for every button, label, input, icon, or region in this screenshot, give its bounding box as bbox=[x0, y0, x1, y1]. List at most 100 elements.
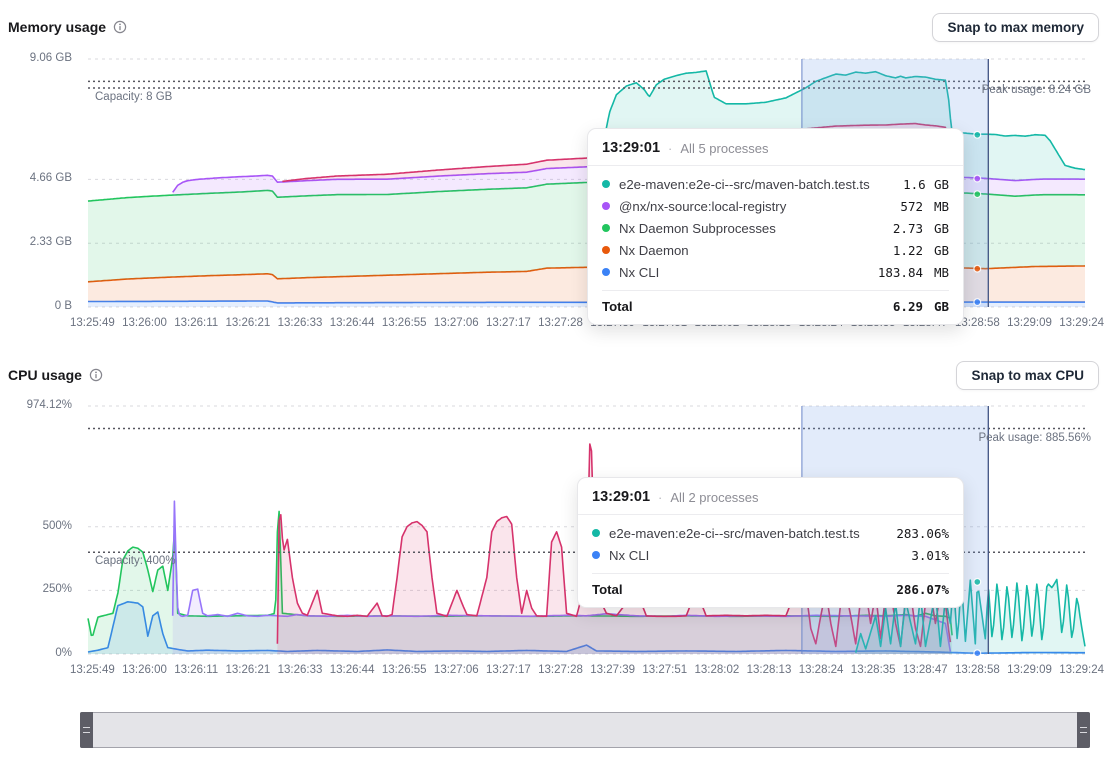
time-label: 13:25:49 bbox=[70, 317, 115, 329]
series-color-dot bbox=[592, 551, 600, 559]
range-handle-left[interactable] bbox=[80, 712, 93, 748]
time-range-scrollbar[interactable] bbox=[80, 712, 1090, 748]
snap-to-max-cpu-button[interactable]: Snap to max CPU bbox=[956, 361, 1099, 390]
time-label: 13:29:09 bbox=[1007, 664, 1052, 676]
time-label: 13:26:00 bbox=[122, 317, 167, 329]
y-tick-label: 250% bbox=[43, 583, 72, 595]
series-color-dot bbox=[602, 246, 610, 254]
cpu-header: CPU usage Snap to max CPU bbox=[8, 358, 1099, 392]
memory-tooltip-header: 13:29:01 · All 5 processes bbox=[588, 129, 963, 166]
time-label: 13:26:11 bbox=[174, 664, 218, 676]
time-label: 13:26:00 bbox=[122, 664, 167, 676]
process-unit: GB bbox=[927, 243, 949, 258]
cpu-title: CPU usage bbox=[8, 367, 82, 383]
total-label: Total bbox=[602, 299, 867, 314]
process-value: 3.01% bbox=[911, 548, 949, 563]
cpu-tooltip-header: 13:29:01 · All 2 processes bbox=[578, 478, 963, 515]
cpu-capacity-label: Capacity: 400% bbox=[95, 555, 176, 567]
dot-separator: · bbox=[658, 490, 662, 505]
process-value: 1.6 bbox=[870, 177, 926, 192]
y-tick-label: 500% bbox=[43, 520, 72, 532]
y-tick-label: 9.06 GB bbox=[30, 52, 72, 64]
time-label: 13:28:24 bbox=[799, 664, 844, 676]
process-name: @nx/nx-source:local-registry bbox=[619, 199, 867, 214]
cpu-tooltip-rows: e2e-maven:e2e-ci--src/maven-batch.test.t… bbox=[578, 515, 963, 570]
process-value: 283.06% bbox=[896, 526, 949, 541]
time-label: 13:26:44 bbox=[330, 664, 375, 676]
tooltip-time: 13:29:01 bbox=[592, 489, 650, 505]
time-label: 13:29:24 bbox=[1059, 664, 1104, 676]
dot-separator: · bbox=[668, 141, 672, 156]
cpu-peak-label: Peak usage: 885.56% bbox=[978, 432, 1091, 444]
time-label: 13:28:02 bbox=[694, 664, 739, 676]
time-label: 13:28:35 bbox=[851, 664, 896, 676]
process-unit: GB bbox=[927, 221, 949, 236]
tooltip-row: @nx/nx-source:local-registry 572 MB bbox=[602, 195, 949, 217]
memory-y-axis: 9.06 GB4.66 GB2.33 GB0 B bbox=[0, 59, 80, 307]
memory-peak-label: Peak usage: 8.24 GB bbox=[982, 84, 1091, 96]
time-label: 13:27:06 bbox=[434, 664, 479, 676]
process-name: Nx CLI bbox=[609, 548, 911, 563]
memory-tooltip-total: Total 6.29 GB bbox=[602, 290, 949, 324]
time-label: 13:25:49 bbox=[70, 664, 115, 676]
tooltip-row: Nx Daemon 1.22 GB bbox=[602, 239, 949, 261]
tooltip-row: Nx Daemon Subprocesses 2.73 GB bbox=[602, 217, 949, 239]
snap-to-max-memory-button[interactable]: Snap to max memory bbox=[932, 13, 1099, 42]
info-icon[interactable] bbox=[89, 368, 103, 382]
total-value: 6.29 bbox=[867, 299, 923, 314]
y-tick-label: 974.12% bbox=[27, 399, 72, 411]
grip-icon bbox=[83, 727, 90, 733]
memory-tooltip: 13:29:01 · All 5 processes e2e-maven:e2e… bbox=[587, 128, 964, 325]
grip-icon bbox=[1080, 727, 1087, 733]
range-handle-right[interactable] bbox=[1077, 712, 1090, 748]
time-label: 13:28:13 bbox=[747, 664, 792, 676]
time-label: 13:29:09 bbox=[1007, 317, 1052, 329]
y-tick-label: 0% bbox=[55, 647, 72, 659]
process-value: 572 bbox=[867, 199, 923, 214]
cpu-x-axis: 13:25:49 13:26:00 13:26:11 13:26:21 13:26:33… bbox=[70, 664, 1104, 676]
time-label: 13:26:33 bbox=[278, 317, 323, 329]
series-color-dot bbox=[602, 180, 610, 188]
total-label: Total bbox=[592, 582, 896, 597]
tooltip-row: e2e-maven:e2e-ci--src/maven-batch.test.t… bbox=[592, 522, 949, 544]
process-name: e2e-maven:e2e-ci--src/maven-batch.test.t… bbox=[609, 526, 896, 541]
time-label: 13:26:21 bbox=[225, 664, 270, 676]
process-value: 1.22 bbox=[867, 243, 923, 258]
y-tick-label: 0 B bbox=[55, 300, 72, 312]
process-value: 183.84 bbox=[867, 265, 923, 280]
process-unit: MB bbox=[927, 199, 949, 214]
memory-capacity-label: Capacity: 8 GB bbox=[95, 91, 172, 103]
tooltip-subtitle: All 2 processes bbox=[670, 490, 758, 505]
series-color-dot bbox=[602, 224, 610, 232]
memory-header: Memory usage Snap to max memory bbox=[8, 10, 1099, 44]
total-unit: GB bbox=[927, 299, 949, 314]
memory-title: Memory usage bbox=[8, 19, 106, 35]
process-name: Nx CLI bbox=[619, 265, 867, 280]
total-value: 286.07% bbox=[896, 582, 949, 597]
time-label: 13:29:24 bbox=[1059, 317, 1104, 329]
time-label: 13:28:47 bbox=[903, 664, 948, 676]
series-color-dot bbox=[602, 202, 610, 210]
time-label: 13:27:39 bbox=[590, 664, 635, 676]
time-label: 13:26:55 bbox=[382, 317, 427, 329]
process-unit: MB bbox=[927, 265, 949, 280]
time-label: 13:26:33 bbox=[278, 664, 323, 676]
process-name: e2e-maven:e2e-ci--src/maven-batch.test.t… bbox=[619, 177, 870, 192]
cpu-tooltip: 13:29:01 · All 2 processes e2e-maven:e2e… bbox=[577, 477, 964, 608]
tooltip-row: Nx CLI 3.01% bbox=[592, 544, 949, 566]
series-color-dot bbox=[592, 529, 600, 537]
time-label: 13:27:17 bbox=[486, 664, 531, 676]
process-name: Nx Daemon Subprocesses bbox=[619, 221, 867, 236]
process-value: 2.73 bbox=[867, 221, 923, 236]
time-label: 13:27:17 bbox=[486, 317, 531, 329]
time-label: 13:27:28 bbox=[538, 317, 583, 329]
time-label: 13:26:55 bbox=[382, 664, 427, 676]
info-icon[interactable] bbox=[113, 20, 127, 34]
cpu-y-axis: 974.12%500%250%0% bbox=[0, 406, 80, 654]
series-color-dot bbox=[602, 268, 610, 276]
time-label: 13:26:21 bbox=[225, 317, 270, 329]
tooltip-subtitle: All 5 processes bbox=[680, 141, 768, 156]
time-label: 13:28:58 bbox=[955, 664, 1000, 676]
time-label: 13:27:06 bbox=[434, 317, 479, 329]
process-unit: GB bbox=[930, 177, 949, 192]
